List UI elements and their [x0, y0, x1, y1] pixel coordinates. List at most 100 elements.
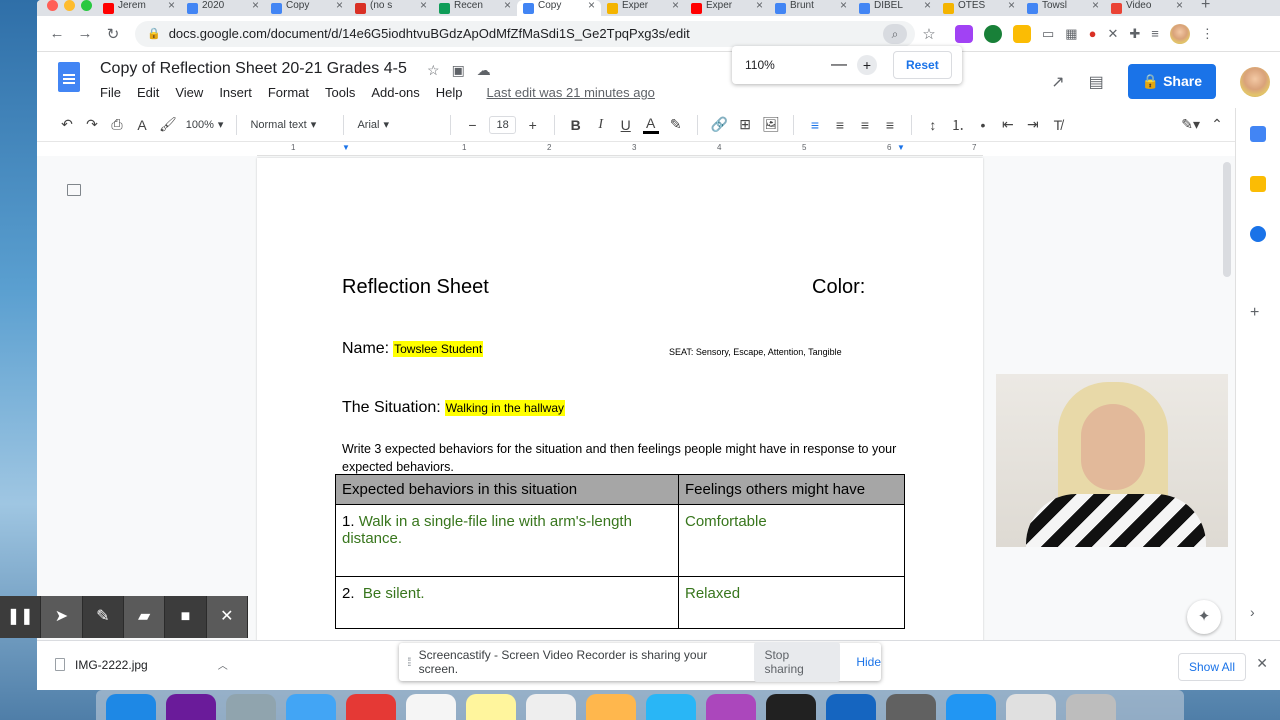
decrease-indent-icon[interactable]: ⇤	[1000, 116, 1016, 133]
close-tab-icon[interactable]: ×	[1008, 0, 1015, 12]
reminders-dock-icon[interactable]	[526, 694, 576, 720]
justify-icon[interactable]: ≡	[882, 117, 898, 133]
last-edit-link[interactable]: Last edit was 21 minutes ago	[487, 85, 655, 100]
back-icon[interactable]: ←	[43, 25, 71, 42]
browser-tab[interactable]: Exper ×	[601, 0, 685, 16]
zoom-out-button[interactable]: —	[825, 56, 853, 74]
show-all-button[interactable]: Show All	[1177, 653, 1246, 681]
photos-dock-icon[interactable]	[586, 694, 636, 720]
documents-dock-icon[interactable]	[1006, 694, 1056, 720]
hide-button[interactable]: Hide	[856, 655, 881, 669]
browser-tab[interactable]: OTES ×	[937, 0, 1021, 16]
browser-tab[interactable]: Exper ×	[685, 0, 769, 16]
safari-dock-icon[interactable]	[286, 694, 336, 720]
settings-dock-icon[interactable]	[886, 694, 936, 720]
trash-dock-icon[interactable]	[1066, 694, 1116, 720]
move-folder-icon[interactable]: ▣	[452, 62, 465, 79]
increase-font-size-button[interactable]: +	[525, 117, 541, 133]
browser-tab[interactable]: Copy ×	[517, 0, 601, 16]
siri-dock-icon[interactable]	[166, 694, 216, 720]
finder-dock-icon[interactable]	[106, 694, 156, 720]
reload-icon[interactable]: ↻	[99, 25, 127, 43]
outline-icon[interactable]	[67, 184, 81, 196]
url-input[interactable]: 🔒 docs.google.com/document/d/14e6G5iodht…	[135, 20, 915, 47]
browser-tab[interactable]: Brunt ×	[769, 0, 853, 16]
text-color-icon[interactable]: A	[642, 115, 659, 134]
align-center-icon[interactable]: ≡	[832, 117, 848, 133]
close-tab-icon[interactable]: ×	[420, 0, 427, 12]
close-tab-icon[interactable]: ×	[1176, 0, 1183, 12]
zoom-select[interactable]: 100% ▾	[186, 118, 224, 132]
close-tab-icon[interactable]: ×	[504, 0, 511, 12]
zoom-dock-icon[interactable]	[946, 694, 996, 720]
menu-edit[interactable]: Edit	[137, 85, 159, 100]
profile-avatar[interactable]	[1169, 23, 1190, 44]
document-page[interactable]: Reflection Sheet Color: Name: Towslee Stu…	[257, 158, 983, 658]
new-tab-button[interactable]: +	[1201, 0, 1210, 14]
line-spacing-icon[interactable]: ↕	[925, 117, 941, 133]
star-icon[interactable]: ☆	[427, 62, 440, 79]
menu-format[interactable]: Format	[268, 85, 309, 100]
messages-dock-icon[interactable]	[646, 694, 696, 720]
tasks-icon[interactable]	[1250, 226, 1266, 242]
undo-icon[interactable]: ↶	[59, 116, 75, 133]
comment-icon[interactable]: ⊞	[737, 116, 753, 133]
highlighter-icon[interactable]: ▰	[123, 596, 166, 638]
launchpad-dock-icon[interactable]	[226, 694, 276, 720]
close-tab-icon[interactable]: ×	[672, 0, 679, 12]
editing-mode-icon[interactable]: ✎▾	[1181, 116, 1200, 133]
camera-icon[interactable]: ■	[165, 596, 207, 638]
document-title[interactable]: Copy of Reflection Sheet 20-21 Grades 4-…	[100, 60, 407, 78]
share-button[interactable]: 🔒 Share	[1127, 64, 1216, 99]
extension-icon[interactable]	[955, 24, 973, 43]
thumbs-up-extension-icon[interactable]	[1013, 24, 1031, 43]
stop-sharing-button[interactable]: Stop sharing	[754, 642, 841, 682]
close-tab-icon[interactable]: ×	[252, 0, 259, 12]
spellcheck-icon[interactable]: A	[134, 117, 150, 133]
bold-icon[interactable]: B	[568, 117, 584, 133]
record-extension-icon[interactable]: ●	[1089, 26, 1097, 41]
zoom-window-button[interactable]	[81, 0, 92, 11]
collapse-toolbar-icon[interactable]: ⌃	[1209, 116, 1225, 133]
underline-icon[interactable]: U	[618, 117, 634, 133]
keep-icon[interactable]	[1250, 176, 1266, 192]
align-left-icon[interactable]: ≡	[807, 117, 823, 133]
expand-panel-icon[interactable]: ›	[1250, 604, 1266, 620]
explore-icon[interactable]: ✦	[1187, 600, 1221, 634]
numbered-list-icon[interactable]: ⒈	[950, 115, 966, 135]
image-icon[interactable]: 🖼	[762, 116, 780, 133]
close-tab-icon[interactable]: ×	[924, 0, 931, 12]
menu-icon[interactable]: ≡	[1151, 26, 1159, 41]
paint-format-icon[interactable]: 🖌	[159, 116, 177, 133]
cloud-status-icon[interactable]: ☁	[477, 62, 491, 79]
ruler-indent-marker[interactable]: ▼	[342, 143, 350, 152]
zoom-indicator-icon[interactable]: ⌕	[883, 23, 907, 44]
font-select[interactable]: Arial ▾	[357, 118, 437, 132]
close-download-bar-icon[interactable]: ✕	[1256, 655, 1268, 672]
menu-help[interactable]: Help	[436, 85, 463, 100]
activity-trend-icon[interactable]: ↗	[1051, 72, 1064, 92]
close-tab-icon[interactable]: ×	[756, 0, 763, 12]
print-icon[interactable]: ⎙	[109, 116, 125, 133]
close-icon[interactable]: ✕	[206, 596, 248, 638]
increase-indent-icon[interactable]: ⇥	[1025, 116, 1041, 133]
menu-view[interactable]: View	[175, 85, 203, 100]
zoom-reset-button[interactable]: Reset	[893, 51, 952, 79]
comments-icon[interactable]: ▤	[1089, 72, 1104, 92]
forward-icon[interactable]: →	[71, 25, 99, 42]
browser-tab[interactable]: Towsl ×	[1021, 0, 1105, 16]
browser-tab[interactable]: Copy ×	[265, 0, 349, 16]
close-tab-icon[interactable]: ×	[168, 0, 175, 12]
ruler-right-indent-marker[interactable]: ▼	[897, 143, 905, 152]
beta-extension-icon[interactable]	[984, 24, 1002, 43]
zoom-in-button[interactable]: +	[857, 55, 877, 75]
grid-extension-icon[interactable]: ▦	[1065, 26, 1077, 42]
bulleted-list-icon[interactable]: •	[975, 117, 991, 133]
pen-icon[interactable]: ✎	[83, 596, 124, 638]
browser-tab[interactable]: Recen ×	[433, 0, 517, 16]
menu-file[interactable]: File	[100, 85, 121, 100]
calendar-icon[interactable]	[1250, 126, 1266, 142]
italic-icon[interactable]: I	[593, 117, 609, 133]
link-icon[interactable]: 🔗	[711, 116, 728, 133]
add-addon-icon[interactable]: +	[1250, 304, 1266, 321]
